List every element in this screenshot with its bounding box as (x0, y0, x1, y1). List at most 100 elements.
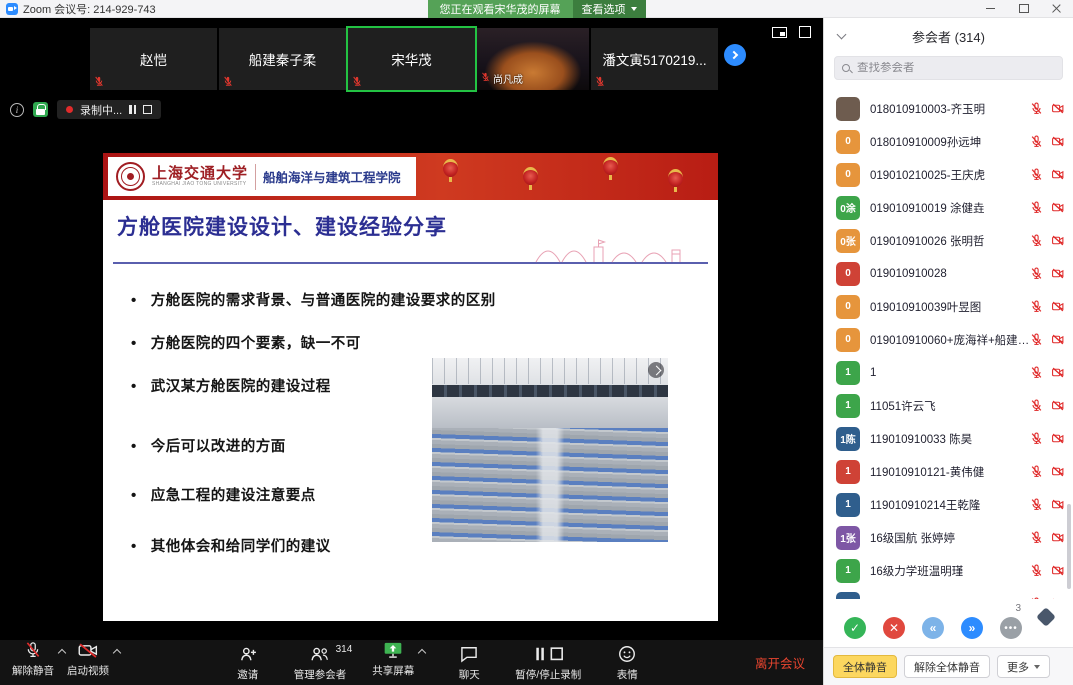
bullet-item: • 方舱医院的四个要素，缺一不可 (131, 335, 718, 354)
mic-muted-icon[interactable] (1030, 333, 1043, 346)
participant-row[interactable]: 0 018010910009孙远坤 (824, 125, 1073, 158)
video-off-icon[interactable] (1051, 498, 1065, 511)
feedback-no-icon[interactable]: ✕ (883, 617, 905, 639)
mic-muted-icon[interactable] (1030, 498, 1043, 511)
video-off-icon[interactable] (1051, 234, 1065, 247)
next-videos-button[interactable] (724, 44, 746, 66)
video-off-icon[interactable] (1051, 267, 1065, 280)
unmute-all-button[interactable]: 解除全体静音 (904, 655, 990, 678)
mic-muted-icon[interactable] (1030, 432, 1043, 445)
participant-row[interactable]: 1 119010910121-黄伟健 (824, 455, 1073, 488)
video-tile[interactable]: 潘文寅5170219... (591, 28, 718, 90)
video-off-icon[interactable] (1051, 102, 1065, 115)
mic-muted-icon[interactable] (1030, 267, 1043, 280)
participant-row[interactable]: 2 (824, 587, 1073, 599)
participant-row[interactable]: 0张 019010910026 张明哲 (824, 224, 1073, 257)
video-off-icon[interactable] (1051, 399, 1065, 412)
feedback-slower-icon[interactable]: « (922, 617, 944, 639)
video-tile-with-camera[interactable]: 尚凡成 (477, 28, 589, 90)
fullscreen-icon[interactable] (799, 26, 811, 38)
start-video-button[interactable]: 启动视频 (65, 640, 111, 678)
video-off-icon[interactable] (1051, 300, 1065, 313)
video-off-icon[interactable] (1051, 135, 1065, 148)
mic-muted-icon[interactable] (1030, 531, 1043, 544)
stop-recording-icon[interactable] (143, 105, 152, 114)
video-off-icon[interactable] (1051, 201, 1065, 214)
participant-name: 119010910214王乾隆 (870, 497, 1030, 513)
avatar: 0 (836, 295, 860, 319)
participant-row[interactable]: 0 019010910028 (824, 257, 1073, 290)
participant-row[interactable]: 1 119010910214王乾隆 (824, 488, 1073, 521)
reactions-button[interactable]: 表情 (605, 640, 649, 685)
view-options-button[interactable]: 查看选项 (573, 0, 646, 18)
lantern-decoration (523, 167, 538, 185)
video-tile[interactable]: 船建秦子柔 (219, 28, 346, 90)
participant-row[interactable]: 018010910003-齐玉明 (824, 92, 1073, 125)
video-tile[interactable]: 赵恺 (90, 28, 217, 90)
close-button[interactable] (1040, 0, 1073, 17)
view-mode-icon[interactable] (772, 27, 787, 38)
participant-count-badge: 314 (336, 644, 353, 655)
mute-all-button[interactable]: 全体静音 (833, 655, 897, 678)
video-off-icon[interactable] (1051, 432, 1065, 445)
video-off-icon[interactable] (1051, 531, 1065, 544)
participant-list: 018010910003-齐玉明 0 018010910009孙远坤 0 019… (824, 92, 1073, 599)
chevron-up-icon[interactable] (418, 649, 426, 657)
feedback-more-icon[interactable]: •••3 (1000, 617, 1022, 639)
search-input[interactable] (857, 62, 1055, 74)
feedback-yes-icon[interactable]: ✓ (844, 617, 866, 639)
mic-muted-icon[interactable] (1030, 135, 1043, 148)
participant-row[interactable]: 0涂 019010910019 涂健垚 (824, 191, 1073, 224)
collapse-panel-icon[interactable] (837, 30, 847, 40)
participant-name: 16级国航 张婷婷 (870, 530, 1030, 546)
participant-row[interactable]: 0 019010910039叶昱图 (824, 290, 1073, 323)
video-off-icon[interactable] (1051, 564, 1065, 577)
minimize-button[interactable] (974, 0, 1007, 17)
bullet-text: 方舱医院的需求背景、与普通医院的建设要求的区别 (151, 292, 496, 311)
mic-muted-icon[interactable] (1030, 597, 1043, 599)
participant-row[interactable]: 1张 16级国航 张婷婷 (824, 521, 1073, 554)
pause-recording-icon[interactable] (129, 105, 136, 114)
participant-row[interactable]: 1 1 (824, 356, 1073, 389)
share-screen-button[interactable]: 共享屏幕 (370, 640, 416, 678)
mic-muted-icon[interactable] (1030, 399, 1043, 412)
mic-muted-icon[interactable] (1030, 465, 1043, 478)
scrollbar[interactable] (1067, 504, 1071, 589)
participant-row[interactable]: 0 019010210025-王庆虎 (824, 158, 1073, 191)
unmute-label: 解除静音 (12, 663, 54, 678)
video-off-icon[interactable] (1051, 465, 1065, 478)
participant-row[interactable]: 1 11051许云飞 (824, 389, 1073, 422)
bullet-text: 应急工程的建设注意要点 (151, 487, 316, 506)
participant-row[interactable]: 0 019010910060+庞海祥+船建学... (824, 323, 1073, 356)
maximize-button[interactable] (1007, 0, 1040, 17)
dark-diamond-icon[interactable] (1036, 607, 1056, 627)
feedback-faster-icon[interactable]: » (961, 617, 983, 639)
video-tile-active-speaker[interactable]: 宋华茂 (348, 28, 475, 90)
mic-muted-icon[interactable] (1030, 102, 1043, 115)
chevron-down-icon (631, 7, 637, 11)
video-off-icon[interactable] (1051, 597, 1065, 599)
mic-muted-icon[interactable] (1030, 234, 1043, 247)
video-off-icon[interactable] (1051, 366, 1065, 379)
mic-muted-icon[interactable] (1030, 168, 1043, 181)
leave-meeting-button[interactable]: 离开会议 (755, 653, 805, 672)
video-off-icon[interactable] (1051, 168, 1065, 181)
mic-muted-icon[interactable] (1030, 201, 1043, 214)
mic-muted-icon[interactable] (1030, 366, 1043, 379)
more-button[interactable]: 更多 (997, 655, 1050, 678)
info-icon[interactable]: i (10, 103, 24, 117)
invite-button[interactable]: 邀请 (226, 640, 270, 685)
participant-row[interactable]: 1 16级力学班温明瑾 (824, 554, 1073, 587)
unmute-button[interactable]: 解除静音 (10, 640, 56, 678)
divider (255, 164, 256, 190)
mic-muted-icon[interactable] (1030, 300, 1043, 313)
pause-stop-recording-button[interactable]: 暂停/停止录制 (513, 640, 583, 685)
encryption-lock-icon[interactable] (33, 102, 48, 117)
mic-muted-icon[interactable] (1030, 564, 1043, 577)
avatar: 1 (836, 460, 860, 484)
chat-button[interactable]: 聊天 (447, 640, 491, 685)
manage-participants-button[interactable]: 314 管理参会者 (292, 640, 349, 685)
video-off-icon[interactable] (1051, 333, 1065, 346)
participant-row[interactable]: 1陈 119010910033 陈昊 (824, 422, 1073, 455)
participants-title: 参会者 (314) (912, 27, 985, 46)
